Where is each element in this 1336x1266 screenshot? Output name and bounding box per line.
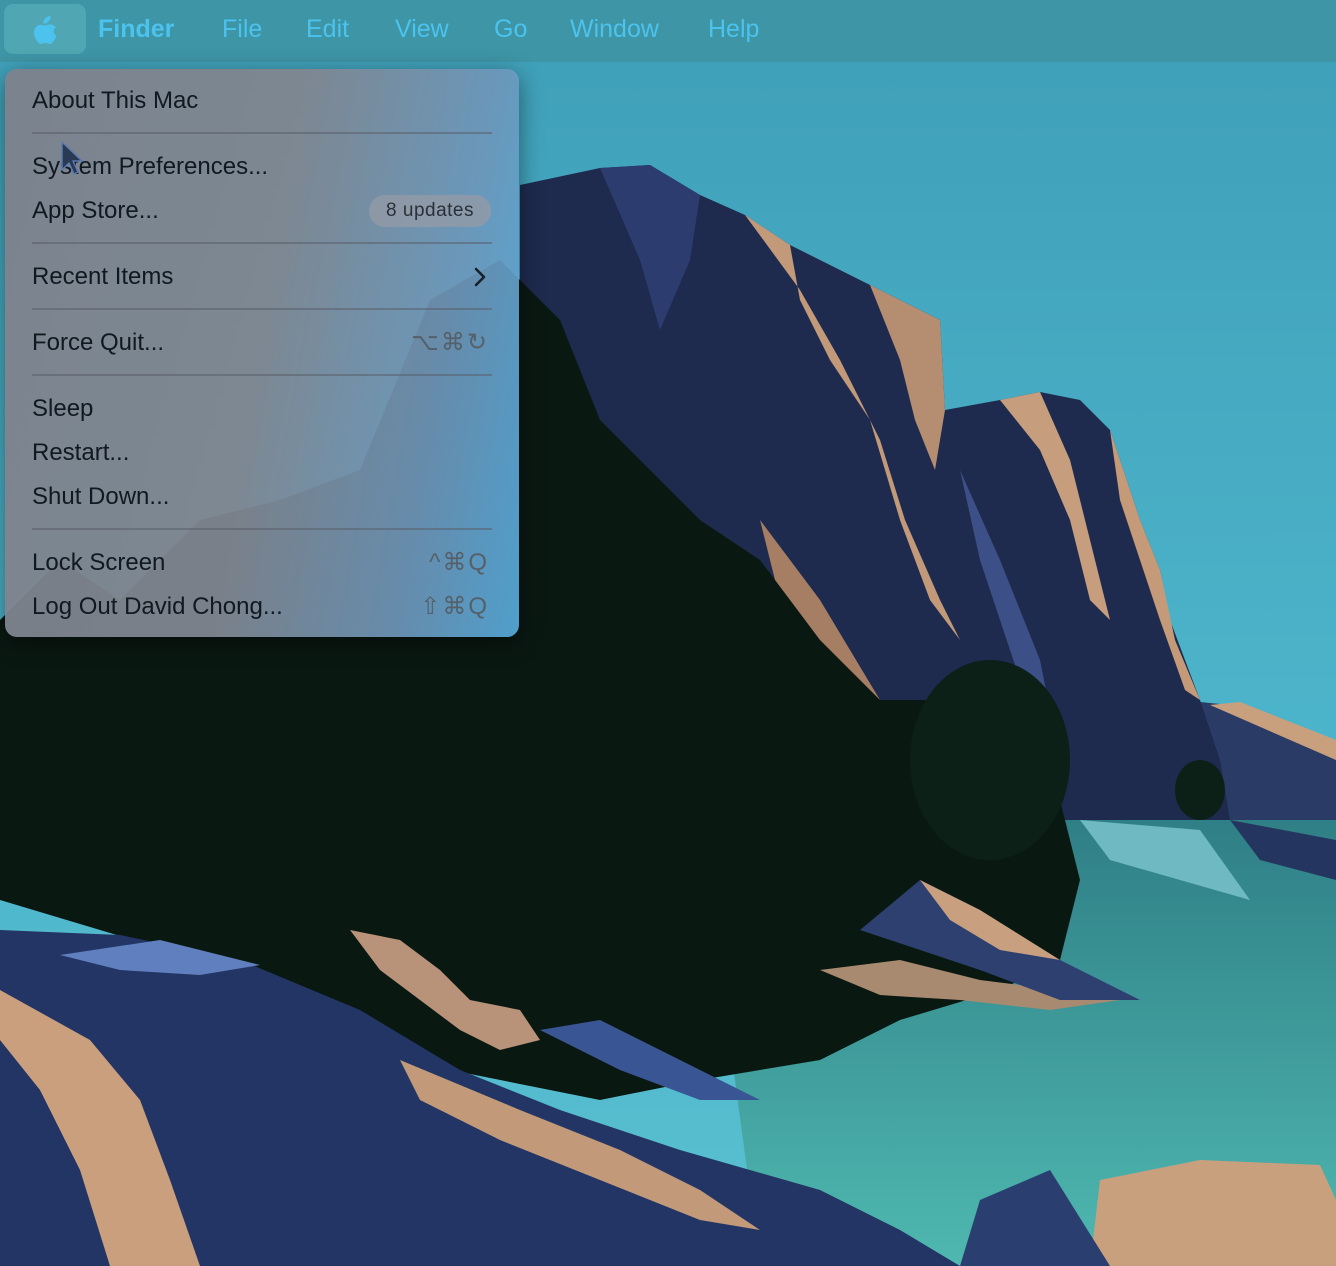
menu-item-system-preferences[interactable]: System Preferences...	[32, 147, 489, 187]
menu-separator	[32, 242, 492, 244]
arrow-pointer-icon	[61, 141, 83, 175]
menu-item-label: Sleep	[32, 395, 94, 422]
menu-item-about-this-mac[interactable]: About This Mac	[32, 81, 489, 121]
menu-bar: Finder File Edit View Go Window Help	[0, 0, 1336, 62]
menu-finder[interactable]: Finder	[98, 12, 174, 46]
menu-item-label: Recent Items	[32, 263, 174, 290]
menu-item-restart[interactable]: Restart...	[32, 433, 489, 473]
menu-item-recent-items[interactable]: Recent Items	[32, 257, 489, 297]
menu-go[interactable]: Go	[494, 12, 527, 46]
menu-item-label: Force Quit...	[32, 329, 165, 356]
keyboard-shortcut: ⌥⌘↻	[411, 329, 489, 356]
menu-item-app-store[interactable]: App Store... 8 updates	[32, 191, 491, 231]
menu-item-force-quit[interactable]: Force Quit... ⌥⌘↻	[32, 323, 489, 363]
menu-separator	[32, 132, 492, 134]
keyboard-shortcut: ⇧⌘Q	[420, 593, 489, 620]
menu-item-label: Shut Down...	[32, 483, 170, 510]
menu-view[interactable]: View	[395, 12, 449, 46]
menu-item-label: About This Mac	[32, 87, 199, 114]
menu-file[interactable]: File	[222, 12, 262, 46]
menu-item-shut-down[interactable]: Shut Down...	[32, 477, 489, 517]
menu-help[interactable]: Help	[708, 12, 759, 46]
menu-edit[interactable]: Edit	[306, 12, 349, 46]
menu-item-sleep[interactable]: Sleep	[32, 389, 489, 429]
menu-item-label: App Store...	[32, 197, 159, 224]
menu-item-label: Restart...	[32, 439, 130, 466]
menu-item-lock-screen[interactable]: Lock Screen ^⌘Q	[32, 543, 489, 583]
menu-item-label: Log Out David Chong...	[32, 593, 283, 620]
menu-item-log-out[interactable]: Log Out David Chong... ⇧⌘Q	[32, 587, 489, 627]
updates-badge: 8 updates	[369, 195, 491, 227]
menu-separator	[32, 528, 492, 530]
keyboard-shortcut: ^⌘Q	[429, 549, 489, 576]
menu-separator	[32, 374, 492, 376]
menu-separator	[32, 308, 492, 310]
menu-item-label: Lock Screen	[32, 549, 166, 576]
apple-logo-icon	[33, 16, 57, 44]
apple-menu-button[interactable]	[4, 4, 86, 54]
menu-window[interactable]: Window	[570, 12, 659, 46]
desktop: Finder File Edit View Go Window Help Abo…	[0, 0, 1336, 1266]
chevron-right-icon	[474, 267, 486, 287]
